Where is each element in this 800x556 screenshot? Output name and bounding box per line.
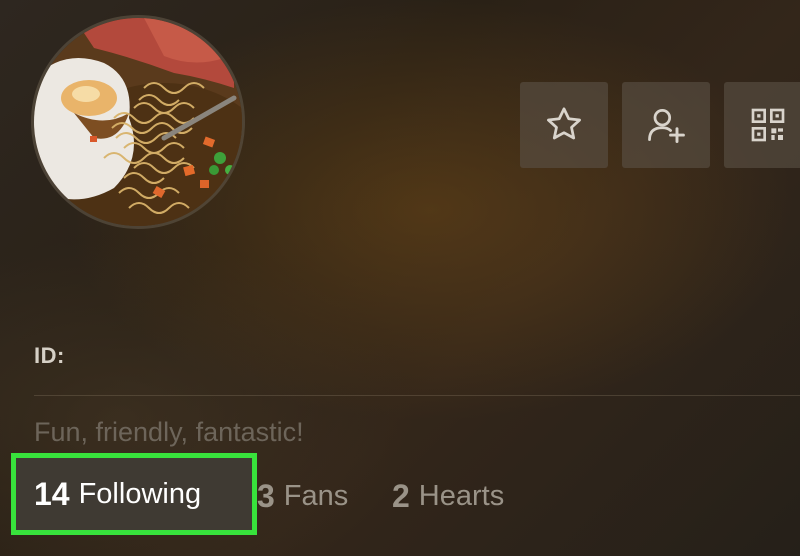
ramen-photo-image [34,18,242,226]
profile-stats: 14 Following 3 Fans 2 Hearts [0,453,800,535]
following-count: 14 [34,475,70,512]
favorite-button[interactable] [520,82,608,168]
user-id-label: ID: [34,343,65,368]
hearts-count: 2 [392,477,410,514]
profile-avatar[interactable] [34,18,242,226]
qr-code-button[interactable] [724,82,800,168]
add-friend-button[interactable] [622,82,710,168]
hearts-stat[interactable]: 2 Hearts [392,470,504,522]
following-label: Following [78,477,202,510]
qr-code-icon [751,108,785,142]
fans-label: Fans [283,479,349,512]
fans-stat[interactable]: 3 Fans [257,470,348,522]
add-user-icon [648,108,685,143]
hearts-label: Hearts [418,479,505,512]
fans-count: 3 [257,477,275,514]
divider [34,395,800,396]
star-icon [547,107,581,140]
profile-bio: Fun, friendly, fantastic! [34,417,304,447]
following-stat[interactable]: 14 Following [11,453,257,535]
